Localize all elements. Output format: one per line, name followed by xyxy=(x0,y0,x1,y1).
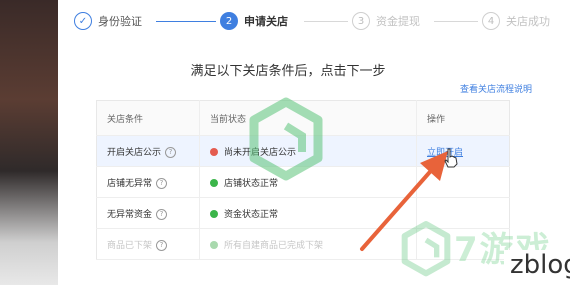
status-text: 所有自建商品已完成下架 xyxy=(224,240,324,251)
close-shop-page: ✓ 身份验证 2 申请关店 3 资金提现 4 关店成功 满足以下关店条件后，点击… xyxy=(58,0,570,285)
column-header: 操作 xyxy=(416,100,510,136)
step-label: 关店成功 xyxy=(506,15,550,28)
step-withdraw: 3 资金提现 xyxy=(352,12,420,30)
step-number: 4 xyxy=(482,12,500,30)
condition-label: 开启关店公示 xyxy=(107,147,162,158)
condition-cell: 商品已下架? xyxy=(96,228,200,260)
help-icon[interactable]: ? xyxy=(156,177,168,189)
help-link[interactable]: 查看关店流程说明 xyxy=(460,82,532,95)
background-photo xyxy=(0,0,58,285)
step-number: 2 xyxy=(220,12,238,30)
step-apply-close: 2 申请关店 xyxy=(220,12,288,30)
zblog-watermark: zblog xyxy=(504,250,570,280)
help-icon[interactable]: ? xyxy=(165,146,177,158)
step-check-icon: ✓ xyxy=(74,12,92,30)
condition-cell: 店铺无异常? xyxy=(96,166,200,198)
help-icon[interactable]: ? xyxy=(156,208,168,220)
status-ok-icon xyxy=(210,210,218,218)
status-ok-icon xyxy=(210,241,218,249)
step-close-success: 4 关店成功 xyxy=(482,12,550,30)
step-connector xyxy=(434,21,478,22)
step-label: 资金提现 xyxy=(376,15,420,28)
step-connector xyxy=(304,21,348,22)
status-ok-icon xyxy=(210,179,218,187)
progress-steps: ✓ 身份验证 2 申请关店 3 资金提现 4 关店成功 xyxy=(74,10,554,36)
help-icon[interactable]: ? xyxy=(156,239,168,251)
watermark-logo-icon xyxy=(249,97,323,181)
hand-cursor-icon xyxy=(444,148,458,168)
status-error-icon xyxy=(210,148,218,156)
step-label: 身份验证 xyxy=(98,15,142,28)
condition-label: 无异常资金 xyxy=(107,209,153,220)
step-connector xyxy=(156,21,216,22)
page-heading: 满足以下关店条件后，点击下一步 xyxy=(190,64,386,79)
condition-cell: 无异常资金? xyxy=(96,197,200,229)
step-identity-verify: ✓ 身份验证 xyxy=(74,12,142,30)
condition-label: 店铺无异常 xyxy=(107,178,153,189)
annotation-arrow-icon xyxy=(360,151,448,251)
condition-label: 商品已下架 xyxy=(107,240,153,251)
step-label: 申请关店 xyxy=(244,15,288,28)
condition-cell: 开启关店公示? xyxy=(96,135,200,167)
status-text: 资金状态正常 xyxy=(224,209,279,220)
step-number: 3 xyxy=(352,12,370,30)
column-header: 关店条件 xyxy=(96,100,200,136)
